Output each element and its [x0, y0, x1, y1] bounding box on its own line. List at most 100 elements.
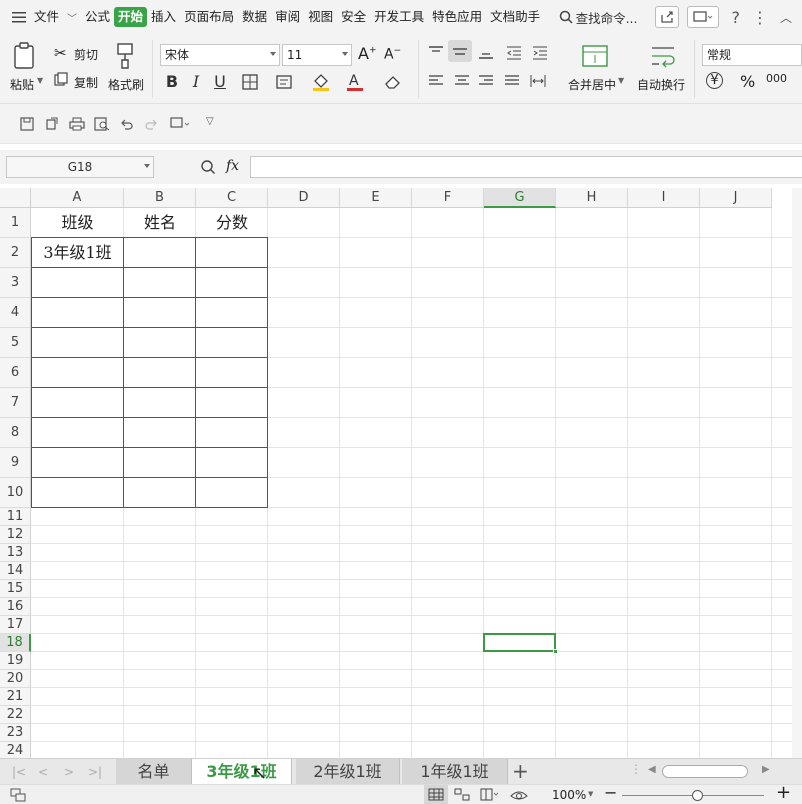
row-header[interactable]: 22 [0, 706, 31, 724]
menu-special[interactable]: 特色应用 [428, 7, 486, 27]
active-cell[interactable] [483, 633, 556, 652]
paste-icon[interactable] [12, 42, 38, 70]
row-header[interactable]: 23 [0, 724, 31, 742]
format-brush-icon[interactable] [170, 117, 190, 131]
decrease-indent-icon[interactable] [506, 46, 522, 60]
vertical-scrollbar[interactable] [792, 188, 802, 758]
menu-data[interactable]: 数据 [238, 7, 271, 27]
zoom-slider-thumb[interactable] [692, 790, 703, 801]
horizontal-scrollbar[interactable] [662, 765, 748, 778]
fill-handle[interactable] [553, 649, 558, 654]
menu-security[interactable]: 安全 [337, 7, 370, 27]
formula-input[interactable] [250, 156, 802, 178]
row-header[interactable]: 24 [0, 742, 31, 758]
add-sheet-button[interactable]: + [512, 759, 529, 783]
eye-protection-icon[interactable] [510, 788, 528, 802]
scroll-right-icon[interactable]: ▶ [762, 764, 770, 775]
row-header[interactable]: 18 [0, 634, 31, 652]
align-bottom-icon[interactable] [478, 46, 494, 60]
print-preview-icon[interactable] [94, 117, 110, 131]
menu-formula[interactable]: 公式 [81, 7, 114, 27]
zoom-dropdown[interactable]: ▼ [588, 790, 593, 798]
chevron-down-icon[interactable]: ﹀ [67, 10, 77, 25]
help-icon[interactable]: ? [731, 8, 740, 27]
select-all-corner[interactable] [0, 188, 31, 208]
menu-review[interactable]: 审阅 [271, 7, 304, 27]
cell-a2[interactable]: 3年级1班 [31, 238, 124, 268]
next-sheet-icon[interactable]: > [64, 765, 74, 779]
redo-icon[interactable] [144, 117, 158, 131]
zoom-out-button[interactable]: − [604, 783, 617, 802]
menu-view[interactable]: 视图 [304, 7, 337, 27]
zoom-in-button[interactable]: + [776, 782, 791, 803]
command-search[interactable]: 查找命令... [559, 8, 637, 27]
page-layout-view-icon[interactable] [480, 788, 500, 801]
zoom-level[interactable]: 100% [552, 788, 586, 802]
macro-icon[interactable] [10, 788, 26, 802]
row-header[interactable]: 20 [0, 670, 31, 688]
collapse-icon[interactable]: ︿ [780, 9, 792, 26]
menu-insert[interactable]: 插入 [147, 7, 180, 27]
cell-a1[interactable]: 班级 [31, 208, 124, 238]
fill-style-icon[interactable] [276, 74, 292, 90]
print-icon[interactable] [69, 117, 85, 131]
worksheet-grid[interactable]: A B C D E F G H I J 1 2 3 4 5 6 7 8 9 10 11 12 13 14 15 16 17 18 19 2… [0, 188, 802, 758]
row-header[interactable]: 2 [0, 238, 31, 268]
column-header[interactable]: I [628, 188, 700, 208]
bold-icon[interactable]: B [162, 72, 182, 91]
column-header[interactable]: C [196, 188, 268, 208]
share-button[interactable] [655, 6, 680, 28]
column-header[interactable]: E [340, 188, 412, 208]
justify-icon[interactable] [504, 74, 520, 88]
menu-developer[interactable]: 开发工具 [370, 7, 428, 27]
merge-center-button[interactable]: 合并居中 [568, 76, 616, 93]
currency-icon[interactable]: ¥ [706, 72, 723, 89]
column-header[interactable]: A [31, 188, 124, 208]
eraser-icon[interactable] [384, 74, 402, 90]
row-header[interactable]: 21 [0, 688, 31, 706]
row-header[interactable]: 11 [0, 508, 31, 526]
align-left-icon[interactable] [428, 74, 444, 88]
last-sheet-icon[interactable]: >| [88, 765, 102, 779]
distribute-icon[interactable] [530, 74, 546, 88]
merge-center-icon[interactable] [582, 44, 608, 68]
undo-icon[interactable] [120, 117, 134, 131]
sheet-tab-list[interactable]: 名单 [116, 759, 192, 784]
percent-icon[interactable]: % [740, 72, 755, 91]
decrease-font-icon[interactable]: A− [384, 46, 401, 63]
underline-icon[interactable]: U [210, 72, 230, 91]
row-header[interactable]: 4 [0, 298, 31, 328]
column-header[interactable]: D [268, 188, 340, 208]
column-header[interactable]: G [484, 188, 556, 208]
column-header[interactable]: B [124, 188, 196, 208]
save-icon[interactable] [20, 117, 34, 131]
menu-page-layout[interactable]: 页面布局 [180, 7, 238, 27]
row-header[interactable]: 15 [0, 580, 31, 598]
cut-button[interactable]: 剪切 [74, 46, 98, 63]
sheet-tab-grade2[interactable]: 2年级1班 [296, 759, 400, 784]
page-break-view-icon[interactable] [454, 788, 470, 801]
fx-label[interactable]: fx [226, 158, 239, 174]
format-painter-icon[interactable] [114, 42, 136, 70]
font-name-select[interactable]: 宋体 [160, 44, 280, 66]
row-header[interactable]: 5 [0, 328, 31, 358]
wrap-text-button[interactable]: 自动换行 [637, 76, 685, 93]
comment-button[interactable] [687, 6, 720, 28]
scroll-left-icon[interactable]: ◀ [648, 764, 656, 775]
customize-toolbar-icon[interactable]: ▽ [206, 116, 214, 127]
italic-icon[interactable]: I [186, 72, 206, 91]
copy-button[interactable]: 复制 [74, 74, 98, 91]
row-header[interactable]: 19 [0, 652, 31, 670]
row-header[interactable]: 8 [0, 418, 31, 448]
paste-button[interactable]: 粘贴 [10, 76, 34, 93]
row-header[interactable]: 16 [0, 598, 31, 616]
first-sheet-icon[interactable]: |< [12, 765, 26, 779]
zoom-search-icon[interactable] [200, 159, 216, 175]
row-header[interactable]: 1 [0, 208, 31, 238]
row-header[interactable]: 7 [0, 388, 31, 418]
row-header[interactable]: 14 [0, 562, 31, 580]
font-size-select[interactable]: 11 [282, 44, 352, 66]
increase-indent-icon[interactable] [532, 46, 548, 60]
tab-bar-splitter[interactable]: ⋮ [630, 762, 642, 776]
row-header[interactable]: 10 [0, 478, 31, 508]
